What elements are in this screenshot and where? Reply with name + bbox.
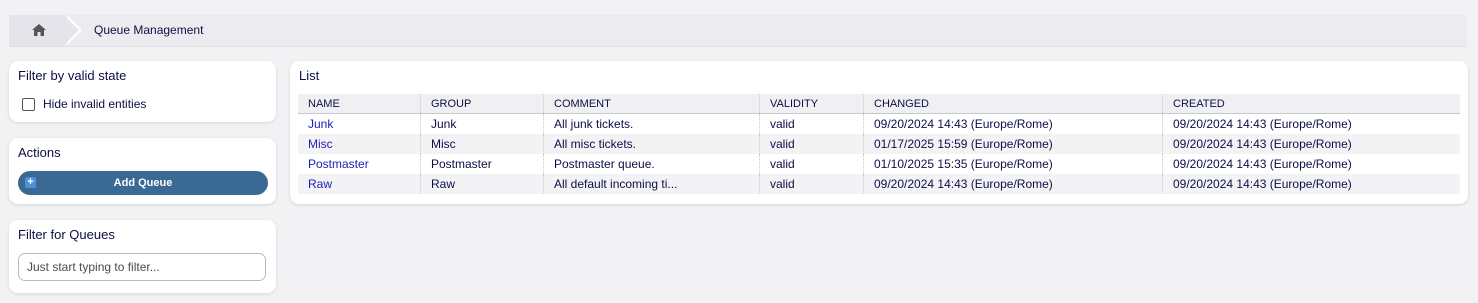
hide-invalid-row[interactable]: Hide invalid entities [22,97,146,111]
queue-link[interactable]: Raw [308,177,332,191]
cell-validity: valid [759,174,864,194]
cell-comment: All default incoming ti... [543,174,760,194]
breadcrumb-current: Queue Management [94,23,204,37]
cell-group: Postmaster [420,154,544,174]
column-header-changed[interactable]: CHANGED [863,94,1163,114]
queue-link[interactable]: Misc [308,137,333,151]
column-header-group[interactable]: GROUP [420,94,544,114]
filter-queues-input[interactable] [18,253,266,281]
breadcrumb-home[interactable] [9,15,64,46]
queue-table: NAME GROUP COMMENT VALIDITY CHANGED CREA… [298,94,1460,194]
cell-validity: valid [759,154,864,174]
list-title: List [299,68,320,83]
queue-link[interactable]: Junk [308,117,333,131]
hide-invalid-checkbox[interactable] [22,97,35,111]
table-header-row: NAME GROUP COMMENT VALIDITY CHANGED CREA… [298,94,1460,114]
breadcrumb-separator-fill [64,15,79,45]
table-row[interactable]: Misc Misc All misc tickets. valid 01/17/… [298,134,1460,154]
column-header-comment[interactable]: COMMENT [543,94,760,114]
cell-validity: valid [759,113,864,134]
column-header-name[interactable]: NAME [298,94,421,114]
cell-comment: All misc tickets. [543,134,760,154]
filter-valid-state-box: Filter by valid state Hide invalid entit… [9,61,276,122]
cell-created: 09/20/2024 14:43 (Europe/Rome) [1162,154,1460,174]
plus-square-icon: + [25,177,36,188]
cell-changed: 01/17/2025 15:59 (Europe/Rome) [863,134,1163,154]
cell-name[interactable]: Misc [298,134,421,154]
cell-comment: Postmaster queue. [543,154,760,174]
hide-invalid-label[interactable]: Hide invalid entities [43,97,146,111]
cell-name[interactable]: Postmaster [298,154,421,174]
queue-link[interactable]: Postmaster [308,157,369,171]
table-row[interactable]: Postmaster Postmaster Postmaster queue. … [298,154,1460,174]
home-icon[interactable] [32,24,46,36]
cell-group: Raw [420,174,544,194]
column-header-created[interactable]: CREATED [1162,94,1460,114]
cell-comment: All junk tickets. [543,113,760,134]
table-row[interactable]: Raw Raw All default incoming ti... valid… [298,174,1460,194]
add-queue-label: Add Queue [113,177,173,189]
cell-created: 09/20/2024 14:43 (Europe/Rome) [1162,113,1460,134]
add-queue-button[interactable]: + Add Queue [18,171,268,195]
filter-queues-box: Filter for Queues [9,220,276,293]
cell-created: 09/20/2024 14:43 (Europe/Rome) [1162,134,1460,154]
actions-box: Actions + Add Queue [9,138,276,204]
filter-valid-state-title: Filter by valid state [18,68,127,83]
actions-title: Actions [18,145,61,160]
cell-name[interactable]: Junk [298,114,421,135]
cell-created: 09/20/2024 14:43 (Europe/Rome) [1162,174,1460,194]
cell-validity: valid [759,134,864,154]
cell-name[interactable]: Raw [298,174,421,194]
filter-queues-title: Filter for Queues [18,227,115,242]
table-row[interactable]: Junk Junk All junk tickets. valid 09/20/… [298,113,1460,135]
cell-changed: 09/20/2024 14:43 (Europe/Rome) [863,113,1163,134]
list-box: List NAME GROUP COMMENT VALIDITY CHANGED… [290,61,1468,204]
cell-changed: 09/20/2024 14:43 (Europe/Rome) [863,174,1163,194]
cell-changed: 01/10/2025 15:35 (Europe/Rome) [863,154,1163,174]
breadcrumb: Queue Management [9,15,1467,47]
cell-group: Junk [420,113,544,134]
cell-group: Misc [420,134,544,154]
column-header-validity[interactable]: VALIDITY [759,94,864,114]
